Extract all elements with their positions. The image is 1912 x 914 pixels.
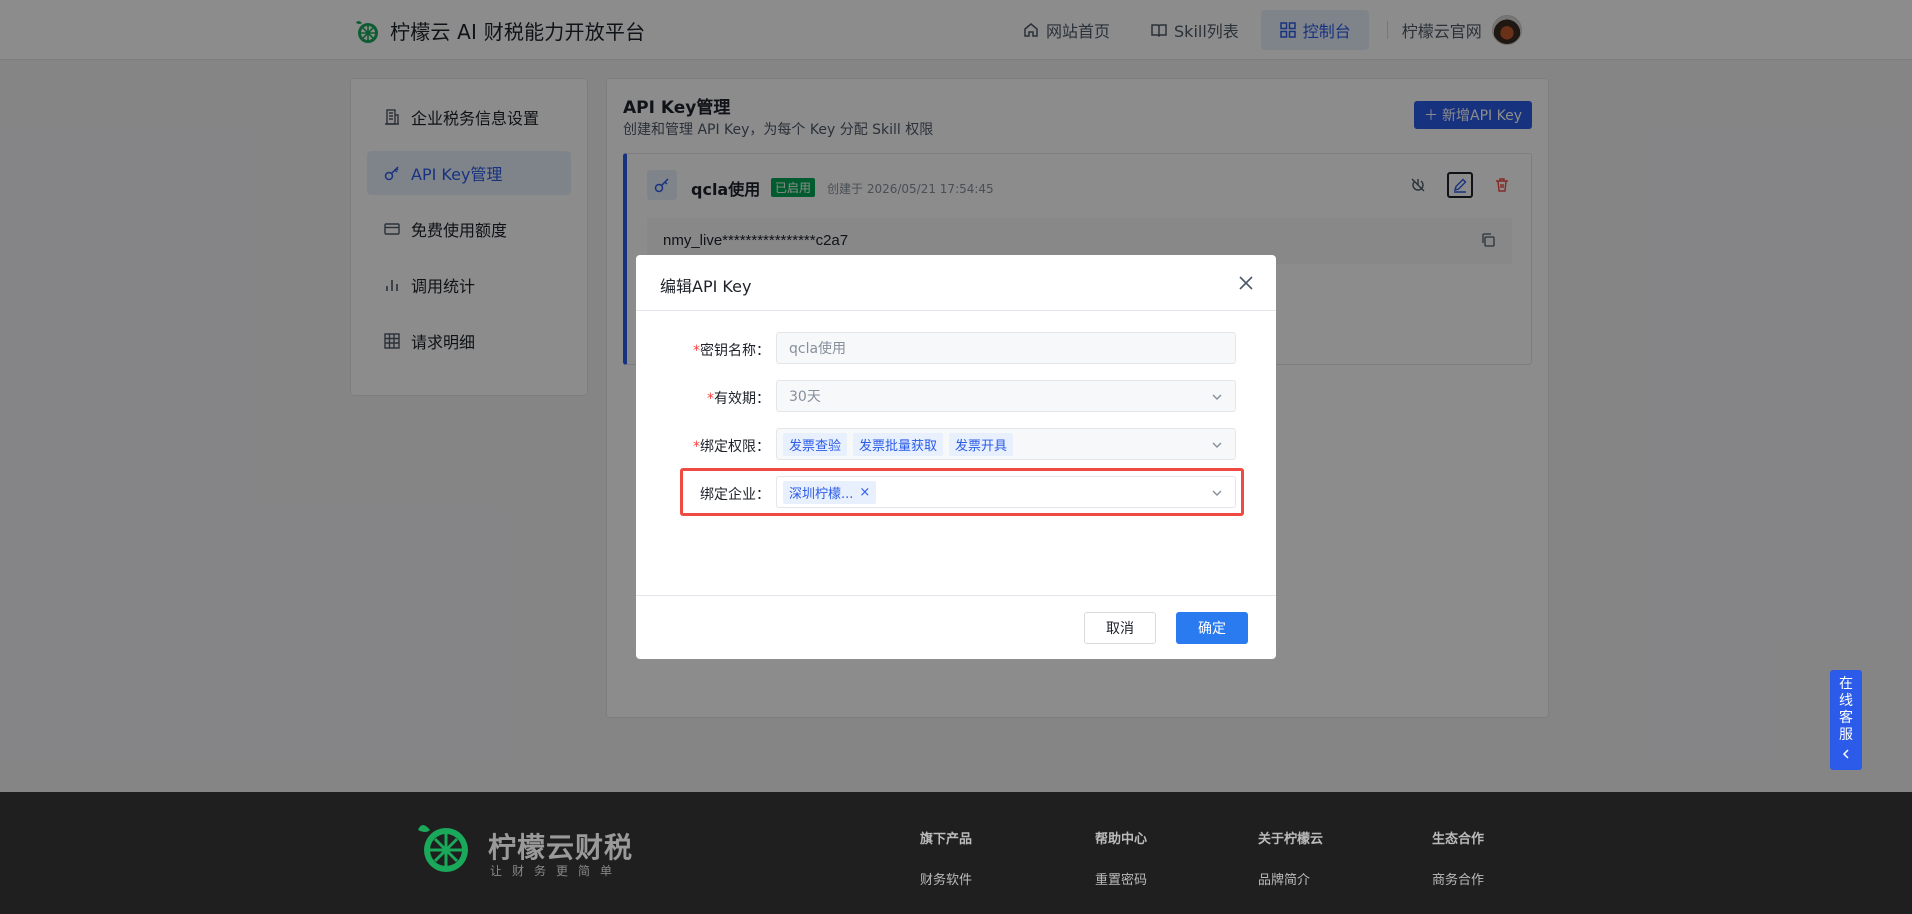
- form-row-expiry: *有效期： 30天: [636, 380, 1276, 414]
- expiry-value: 30天: [789, 389, 821, 405]
- footer-link[interactable]: 重置密码: [1095, 869, 1147, 888]
- close-icon[interactable]: [1236, 273, 1256, 293]
- footer-col-partner: 生态合作 商务合作: [1432, 828, 1484, 888]
- chevron-down-icon: [1212, 394, 1222, 400]
- expiry-select[interactable]: 30天: [776, 380, 1236, 412]
- footer-link[interactable]: 品牌简介: [1258, 869, 1323, 888]
- footer-col-title: 帮助中心: [1095, 832, 1148, 847]
- footer-col-about: 关于柠檬云 品牌简介: [1258, 828, 1323, 888]
- support-char: 服: [1839, 727, 1853, 743]
- highlight-box: [680, 468, 1244, 516]
- footer-logo-text: 柠檬云财税: [488, 831, 634, 864]
- footer-col-title: 生态合作: [1432, 832, 1485, 847]
- permission-tag: 发票查验: [783, 432, 848, 456]
- footer-slogan: 让财务更简单: [490, 864, 623, 878]
- online-support-button[interactable]: 在 线 客 服: [1830, 670, 1862, 770]
- footer-col-title: 关于柠檬云: [1258, 832, 1324, 847]
- permission-tag: 发票批量获取: [853, 432, 944, 456]
- form-row-name: *密钥名称： qcla使用: [636, 332, 1276, 366]
- lemon-logo-icon: [418, 825, 468, 872]
- support-char: 客: [1839, 710, 1853, 726]
- form-row-permissions: *绑定权限： 发票查验 发票批量获取 发票开具: [636, 428, 1276, 462]
- edit-api-key-modal: 编辑API Key *密钥名称： qcla使用 *有效期： 30天 *绑定权限：…: [636, 255, 1276, 659]
- field-label: *绑定权限：: [693, 439, 770, 455]
- key-name-value: qcla使用: [789, 341, 847, 357]
- permissions-select[interactable]: 发票查验 发票批量获取 发票开具: [776, 428, 1236, 460]
- footer-link[interactable]: 财务软件: [920, 869, 972, 888]
- footer-col-products: 旗下产品 财务软件: [920, 828, 972, 888]
- footer-link[interactable]: 商务合作: [1432, 869, 1484, 888]
- key-name-input[interactable]: qcla使用: [776, 332, 1236, 364]
- footer: 柠檬云财税 让财务更简单 旗下产品 财务软件 帮助中心 重置密码 关于柠檬云 品…: [0, 792, 1912, 914]
- field-label: *密钥名称：: [693, 343, 770, 359]
- support-char: 线: [1839, 693, 1853, 709]
- modal-title: 编辑API Key: [660, 277, 752, 296]
- chevron-down-icon: [1212, 442, 1222, 448]
- modal-footer: 取消 确定: [636, 595, 1276, 659]
- modal-header: 编辑API Key: [636, 255, 1276, 311]
- support-char: 在: [1839, 676, 1853, 692]
- permission-tag: 发票开具: [949, 432, 1014, 456]
- field-label: *有效期：: [707, 391, 770, 407]
- footer-col-help: 帮助中心 重置密码: [1095, 828, 1147, 888]
- confirm-button[interactable]: 确定: [1176, 612, 1248, 644]
- cancel-button[interactable]: 取消: [1084, 612, 1156, 644]
- footer-col-title: 旗下产品: [920, 832, 973, 847]
- chevron-left-icon: [1842, 749, 1849, 759]
